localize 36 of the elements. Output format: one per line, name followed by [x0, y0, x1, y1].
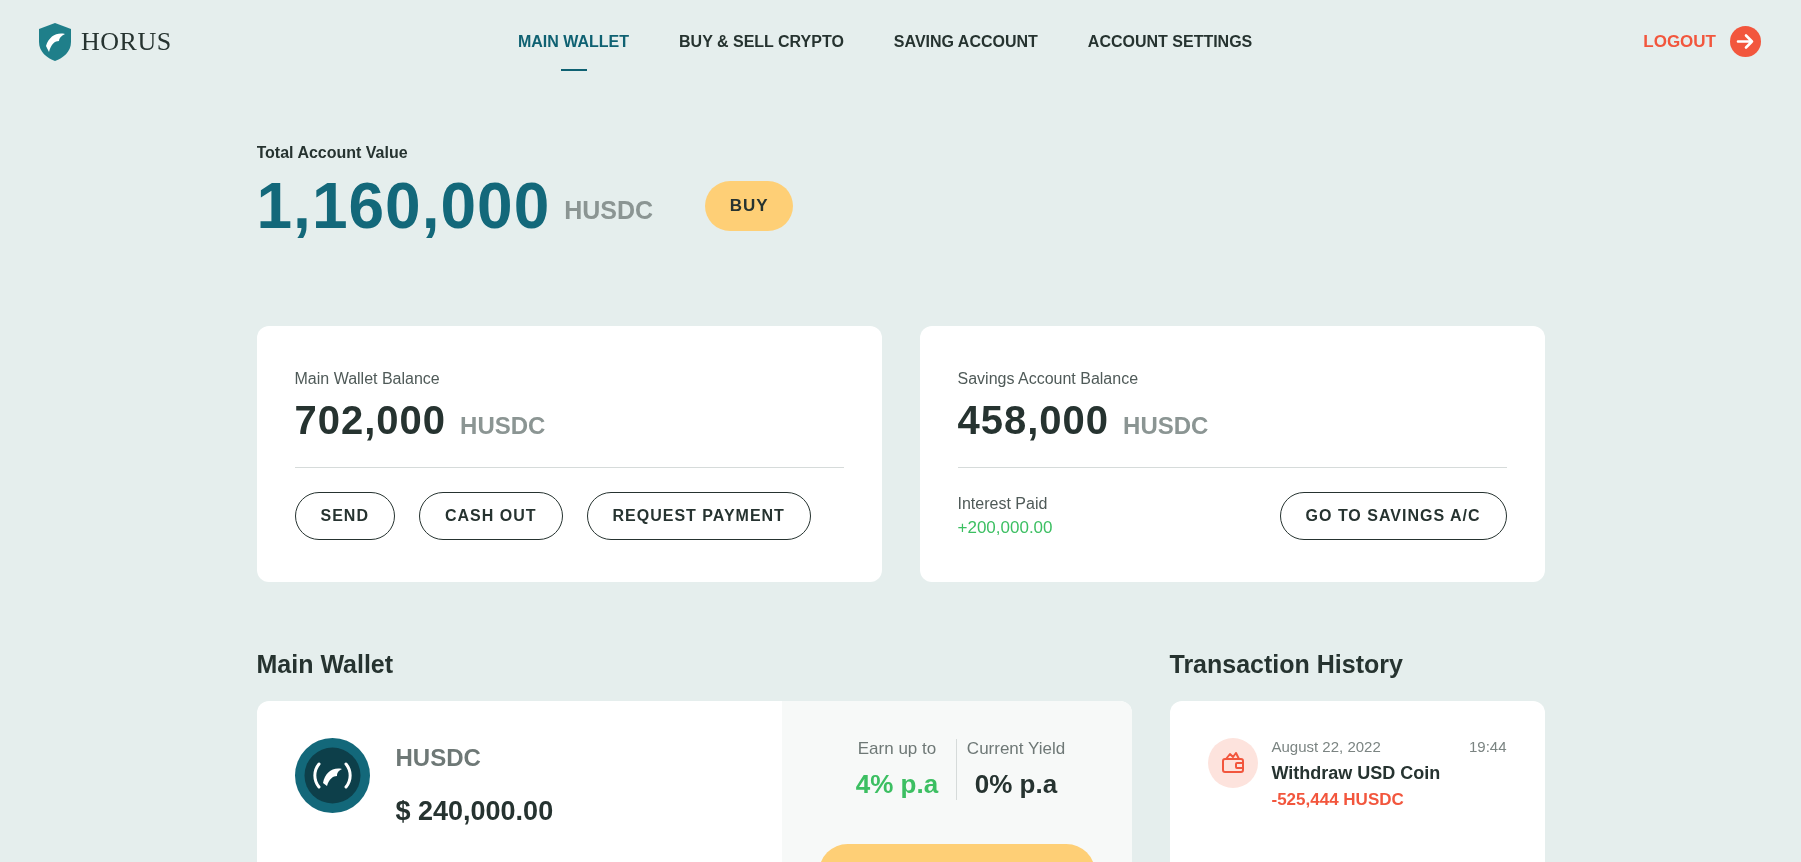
- brand-name: HORUS: [81, 26, 172, 57]
- stat-value: 0% p.a: [973, 769, 1059, 800]
- transaction-amount: -525,444 HUSDC: [1271, 790, 1405, 810]
- currency-unit: HUSDC: [460, 412, 546, 440]
- action-button[interactable]: GO TO SAVINGS A/C: [1279, 492, 1507, 540]
- stat-label: Current Yield: [965, 739, 1067, 759]
- interest-label: Interest Paid: [957, 494, 1049, 513]
- wallet-icon: [1220, 752, 1245, 774]
- action-button[interactable]: CASH OUT: [418, 492, 563, 540]
- transaction-title: Withdraw USD Coin: [1271, 763, 1442, 784]
- balance-label: Main Wallet Balance: [294, 370, 441, 388]
- balance-value: 458,000: [957, 398, 1110, 443]
- balance-value: 702,000: [294, 398, 447, 443]
- buy-button[interactable]: BUY: [705, 181, 794, 231]
- total-label: Total Account Value: [256, 144, 409, 162]
- action-button[interactable]: REQUEST PAYMENT: [586, 492, 811, 540]
- coin-amount: $ 240,000.00: [395, 796, 554, 827]
- total-value: 1,160,000: [256, 169, 551, 243]
- nav-tab[interactable]: BUY & SELL CRYPTO: [679, 12, 844, 71]
- stat-label: Earn up to: [856, 739, 938, 759]
- arrow-right-icon: [1730, 26, 1761, 57]
- currency-unit: HUSDC: [1123, 412, 1209, 440]
- nav-tab[interactable]: ACCOUNT SETTINGS: [1087, 12, 1253, 71]
- transaction-date: August 22, 2022: [1271, 738, 1381, 755]
- shield-logo-icon: [37, 21, 73, 62]
- action-button[interactable]: SEND: [294, 492, 395, 540]
- section-title: Main Wallet: [256, 650, 395, 679]
- section-title: Transaction History: [1169, 650, 1404, 679]
- transaction-time: 19:44: [1468, 738, 1507, 755]
- nav-tab[interactable]: SAVING ACCOUNT: [893, 12, 1038, 71]
- coin-name: HUSDC: [395, 744, 482, 772]
- currency-unit: HUSDC: [564, 195, 654, 225]
- balance-label: Savings Account Balance: [957, 370, 1140, 388]
- stat-value: 4% p.a: [854, 769, 940, 800]
- coin-logo-icon: [294, 738, 370, 813]
- interest-value: +200,000.00: [957, 517, 1053, 538]
